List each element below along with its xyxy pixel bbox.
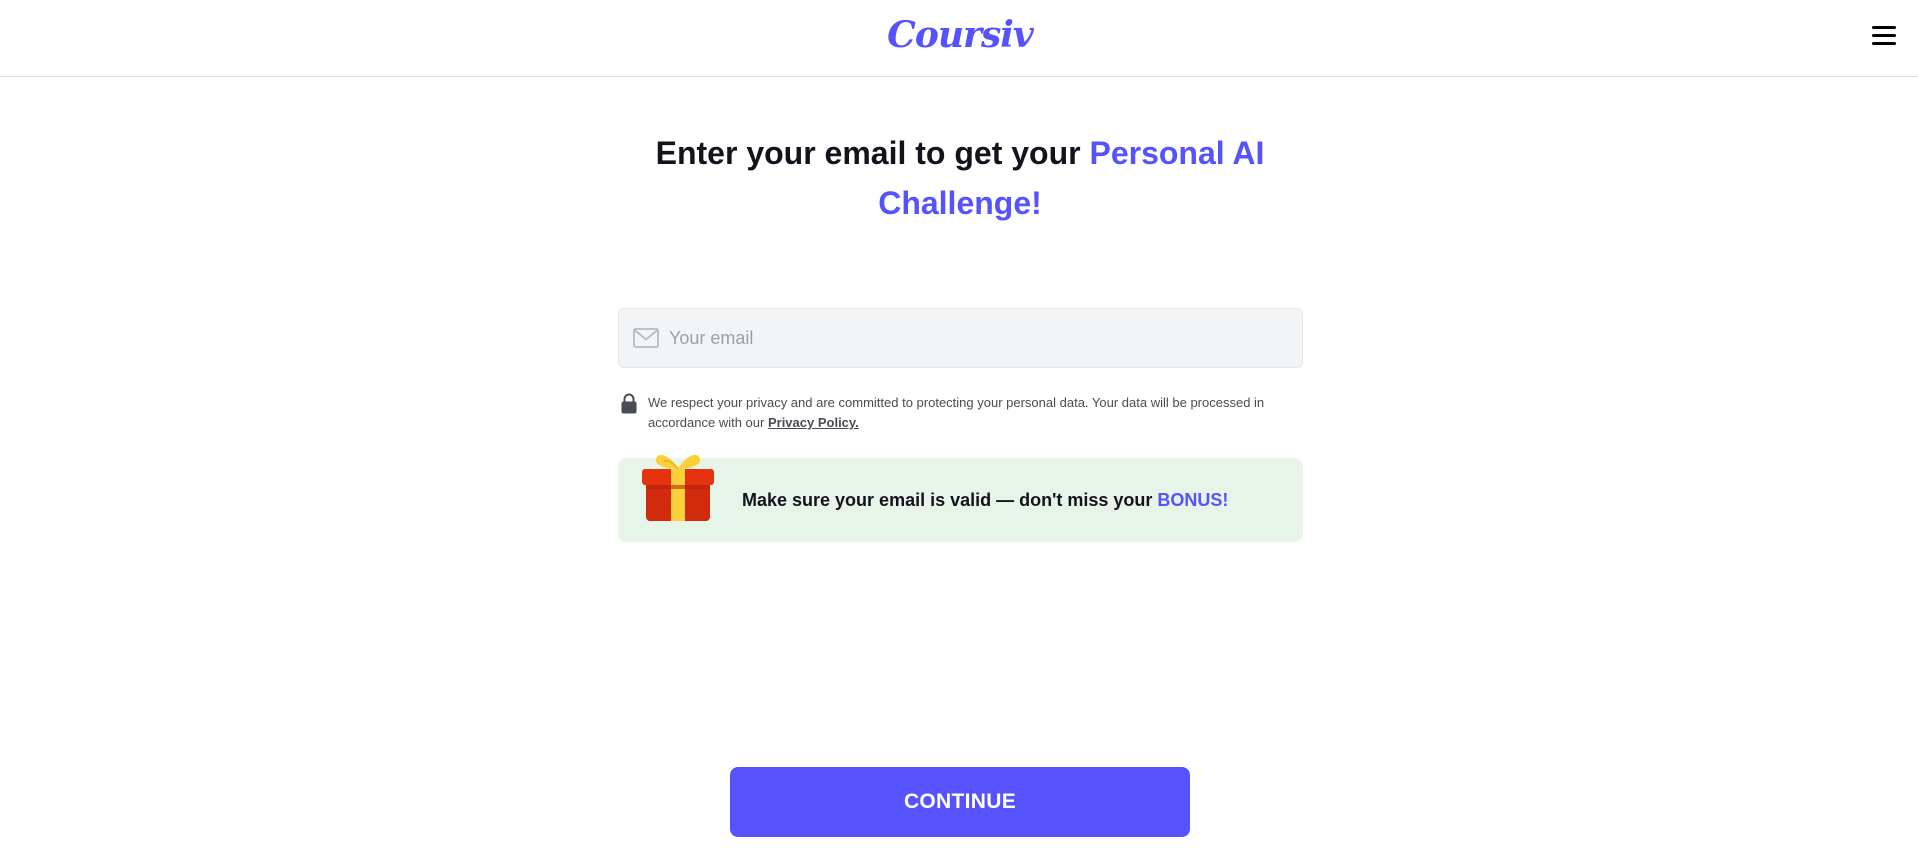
privacy-text-block: We respect your privacy and are committe…: [648, 393, 1303, 433]
email-input[interactable]: [669, 309, 1289, 367]
headline-accent-2: Challenge!: [878, 185, 1042, 221]
continue-button[interactable]: CONTINUE: [730, 767, 1190, 837]
bonus-message: Make sure your email is valid — don't mi…: [742, 458, 1282, 542]
page-title: Enter your email to get your Personal AI…: [640, 128, 1280, 228]
envelope-icon: [633, 328, 659, 348]
gift-icon: [642, 454, 714, 521]
coursiv-logo[interactable]: Coursiv: [887, 12, 1034, 58]
headline-accent-1: Personal AI: [1089, 135, 1265, 171]
email-field-container[interactable]: [618, 308, 1303, 368]
hamburger-menu-icon[interactable]: [1870, 24, 1898, 48]
bonus-banner: Make sure your email is valid — don't mi…: [618, 454, 1303, 542]
privacy-text: We respect your privacy and are committe…: [648, 395, 1265, 430]
privacy-policy-link[interactable]: Privacy Policy.: [768, 415, 859, 430]
top-header: Coursiv: [0, 0, 1918, 77]
logo-text: Coursiv: [887, 14, 1034, 56]
lock-icon: [621, 393, 637, 414]
bonus-text: Make sure your email is valid — don't mi…: [742, 489, 1153, 510]
bonus-accent: BONUS!: [1157, 489, 1229, 510]
headline-text: Enter your email to get your: [655, 135, 1081, 171]
